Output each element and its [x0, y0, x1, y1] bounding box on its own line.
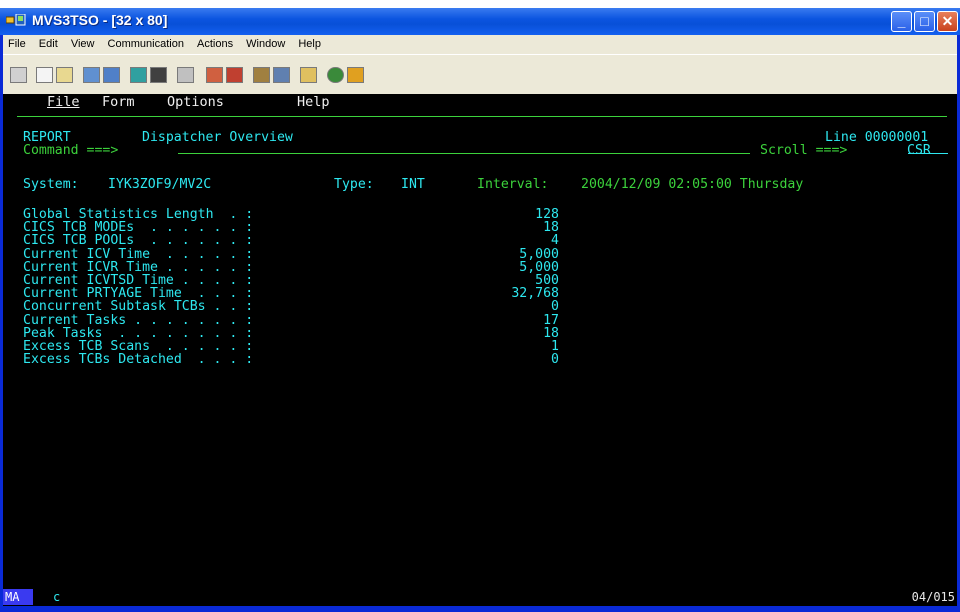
- clipboard-icon[interactable]: [273, 67, 290, 83]
- paste-icon[interactable]: [56, 67, 73, 83]
- menu-communication[interactable]: Communication: [103, 35, 189, 50]
- top-edge: [0, 0, 960, 8]
- menu-view[interactable]: View: [66, 35, 100, 50]
- report-title: Dispatcher Overview: [142, 130, 293, 145]
- command-label: Command ===>: [23, 143, 119, 158]
- command-input[interactable]: [178, 153, 750, 154]
- menu-separator: [17, 116, 947, 117]
- edit-icon[interactable]: [347, 67, 364, 83]
- window-bottom-border: [0, 606, 960, 612]
- receive-icon[interactable]: [103, 67, 120, 83]
- record-stop-icon[interactable]: [253, 67, 270, 83]
- mode-indicator: MA: [3, 589, 33, 605]
- status-bar: MA c 04/015: [3, 588, 957, 606]
- stat-value: 32,768: [511, 286, 559, 301]
- terminal-menu-file[interactable]: File: [47, 95, 80, 109]
- window-title: MVS3TSO - [32 x 80]: [32, 12, 168, 28]
- stat-value: 0: [551, 352, 559, 367]
- interval-value: 2004/12/09 02:05:00 Thursday: [581, 177, 804, 192]
- minimize-button[interactable]: _: [891, 11, 912, 32]
- stat-value: 128: [535, 207, 559, 222]
- playback-icon[interactable]: [226, 67, 243, 83]
- system-label: System:: [23, 177, 79, 192]
- type-label: Type:: [334, 177, 374, 192]
- minimize-icon: _: [897, 13, 906, 29]
- copy-icon[interactable]: [36, 67, 53, 83]
- macro-icon[interactable]: [177, 67, 194, 83]
- menu-edit[interactable]: Edit: [34, 35, 63, 50]
- maximize-button[interactable]: □: [914, 11, 935, 32]
- toolbar: [3, 54, 957, 95]
- cursor-position: 04/015: [911, 590, 955, 604]
- menu-help[interactable]: Help: [293, 35, 326, 50]
- close-button[interactable]: ✕: [937, 11, 958, 32]
- terminal-app-icon: [6, 14, 26, 26]
- close-icon: ✕: [941, 13, 954, 29]
- record-icon[interactable]: [206, 67, 223, 83]
- stat-value: 18: [543, 326, 559, 341]
- stat-label: Excess TCBs Detached . . . :: [23, 352, 254, 367]
- menu-window[interactable]: Window: [241, 35, 290, 50]
- terminal-window: MVS3TSO - [32 x 80] _ □ ✕ File Edit View…: [0, 8, 960, 612]
- stat-value: 17: [543, 313, 559, 328]
- title-bar: MVS3TSO - [32 x 80] _ □ ✕: [0, 8, 960, 35]
- terminal-menu-form[interactable]: Form: [102, 95, 135, 109]
- status-indicator: c: [53, 590, 61, 604]
- maximize-icon: □: [920, 13, 929, 29]
- stat-value: 1: [551, 339, 559, 354]
- terminal-screen[interactable]: File Form Options Help REPORT Dispatcher…: [3, 94, 957, 588]
- keypad-icon[interactable]: [150, 67, 167, 83]
- list-icon[interactable]: [300, 67, 317, 83]
- print-screen-icon[interactable]: [10, 67, 27, 83]
- menu-actions[interactable]: Actions: [192, 35, 238, 50]
- scroll-underline: [908, 153, 948, 154]
- globe-icon[interactable]: [327, 67, 344, 83]
- scroll-label: Scroll ===>: [760, 143, 848, 158]
- system-value: IYK3ZOF9/MV2C: [108, 177, 212, 192]
- menu-file[interactable]: File: [3, 35, 31, 50]
- stat-value: 18: [543, 220, 559, 235]
- display-icon[interactable]: [130, 67, 147, 83]
- interval-label: Interval:: [477, 177, 549, 192]
- type-value: INT: [401, 177, 425, 192]
- send-icon[interactable]: [83, 67, 100, 83]
- scroll-input[interactable]: CSR: [907, 144, 931, 158]
- terminal-menu-help[interactable]: Help: [297, 95, 330, 109]
- menu-bar: File Edit View Communication Actions Win…: [3, 35, 957, 54]
- terminal-menu-options[interactable]: Options: [167, 95, 224, 109]
- stat-value: 0: [551, 299, 559, 314]
